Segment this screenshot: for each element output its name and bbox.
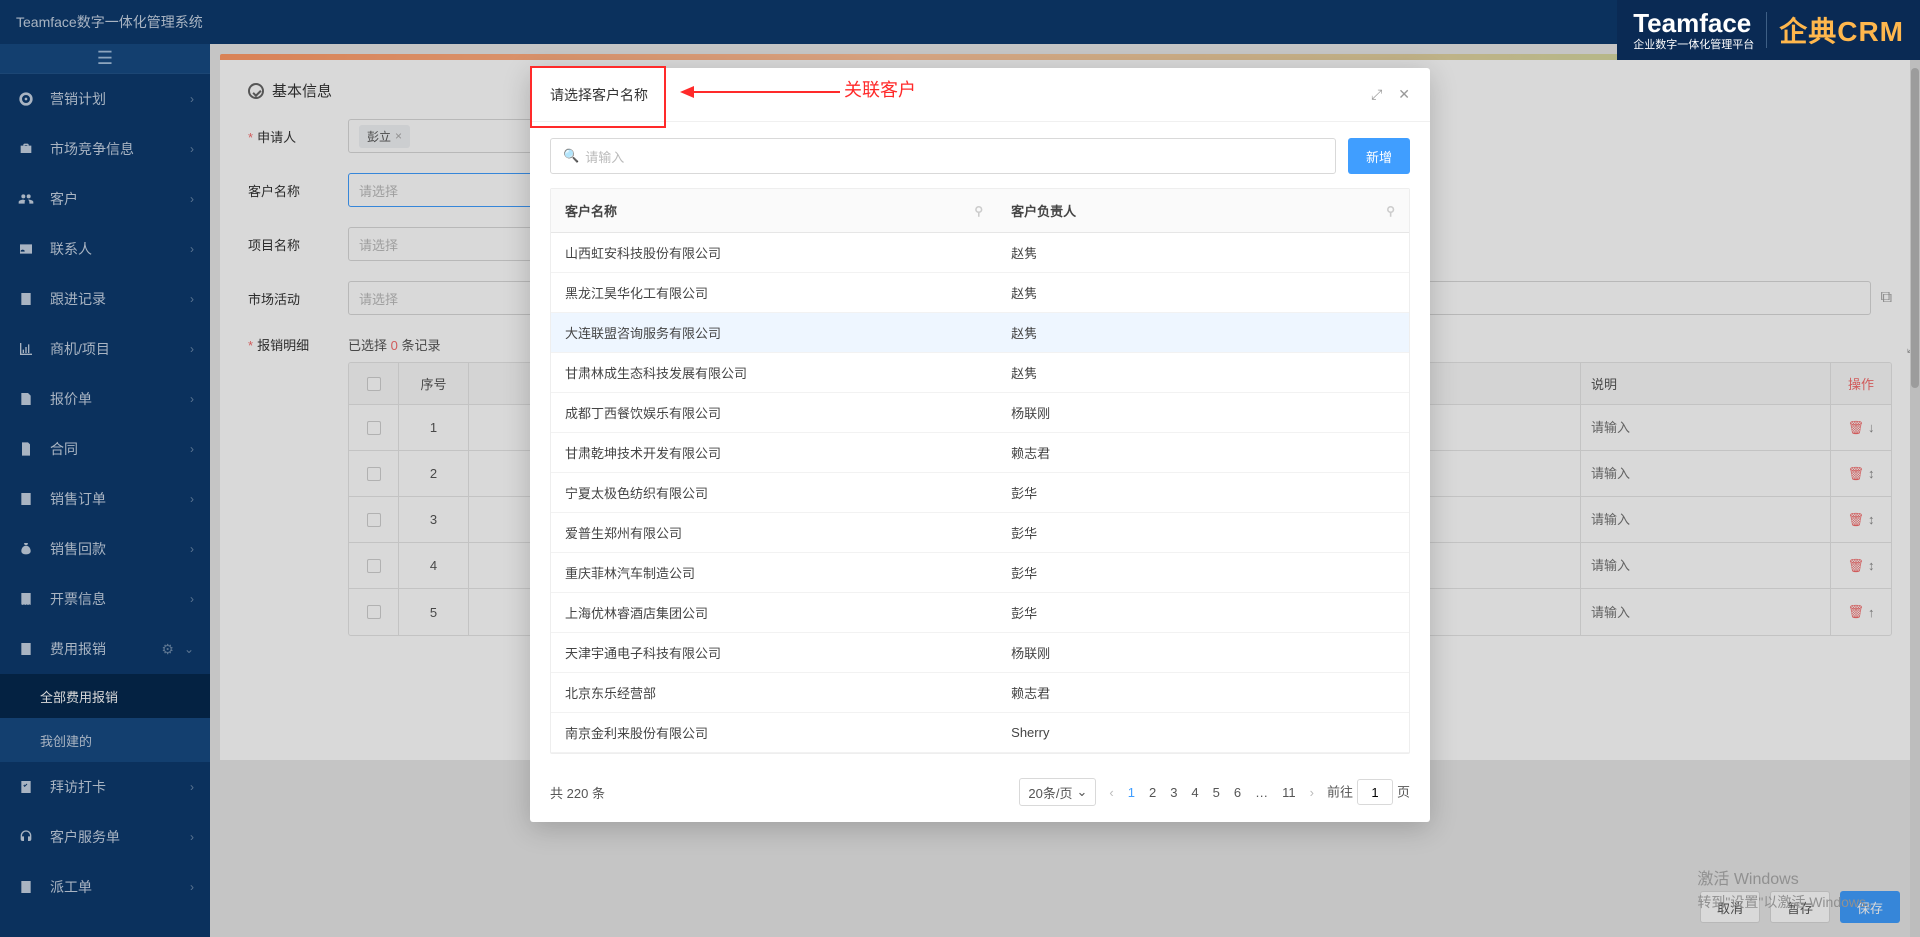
page-num[interactable]: 11	[1279, 785, 1299, 800]
filter-icon[interactable]: ⚲	[1386, 204, 1395, 218]
table-row[interactable]: 重庆菲林汽车制造公司彭华	[551, 553, 1409, 593]
table-row[interactable]: 山西虹安科技股份有限公司赵隽	[551, 233, 1409, 273]
col-customer-name[interactable]: 客户名称⚲	[551, 201, 997, 220]
page-jump-input[interactable]	[1357, 779, 1393, 805]
page-prev[interactable]: ‹	[1106, 785, 1116, 800]
pager-total: 共 220 条	[550, 783, 605, 802]
modal-body: 🔍 请输入 新增 客户名称⚲ 客户负责人⚲ 山西虹安科技股份有限公司赵隽 黑龙江昊…	[530, 122, 1430, 766]
page-num[interactable]: 6	[1231, 785, 1244, 800]
page-ellipsis[interactable]: …	[1252, 785, 1271, 800]
table-row[interactable]: 甘肃乾坤技术开发有限公司赖志君	[551, 433, 1409, 473]
page-num[interactable]: 4	[1188, 785, 1201, 800]
modal-table-header: 客户名称⚲ 客户负责人⚲	[551, 189, 1409, 233]
search-icon: 🔍	[563, 148, 579, 164]
modal-header: 请选择客户名称 ⤢ ✕	[530, 68, 1430, 122]
modal-table: 客户名称⚲ 客户负责人⚲ 山西虹安科技股份有限公司赵隽 黑龙江昊华化工有限公司赵…	[550, 188, 1410, 754]
page-jump: 前往页	[1327, 779, 1410, 805]
page-size-select[interactable]: 20条/页⌄	[1019, 778, 1096, 806]
table-row[interactable]: 北京东乐经营部赖志君	[551, 673, 1409, 713]
table-row[interactable]: 上海优林睿酒店集团公司彭华	[551, 593, 1409, 633]
modal-footer: 共 220 条 20条/页⌄ ‹ 1 2 3 4 5 6 … 11 › 前往页	[530, 766, 1430, 822]
brand-divider	[1766, 12, 1767, 48]
chevron-down-icon: ⌄	[1076, 784, 1087, 800]
page-num[interactable]: 3	[1167, 785, 1180, 800]
search-placeholder: 请输入	[585, 147, 624, 166]
brand-badge: Teamface企业数字一体化管理平台 企典CRM	[1617, 0, 1920, 60]
close-icon[interactable]: ✕	[1398, 86, 1410, 103]
modal-table-body[interactable]: 山西虹安科技股份有限公司赵隽 黑龙江昊华化工有限公司赵隽 大连联盟咨询服务有限公…	[551, 233, 1409, 753]
page-numbers: ‹ 1 2 3 4 5 6 … 11 ›	[1106, 785, 1317, 800]
modal-title: 请选择客户名称	[550, 85, 648, 105]
table-row[interactable]: 南京金利来股份有限公司Sherry	[551, 713, 1409, 753]
page-num[interactable]: 5	[1210, 785, 1223, 800]
table-row[interactable]: 大连联盟咨询服务有限公司赵隽	[551, 313, 1409, 353]
table-row[interactable]: 甘肃林成生态科技发展有限公司赵隽	[551, 353, 1409, 393]
page-next[interactable]: ›	[1307, 785, 1317, 800]
table-row[interactable]: 天津宇通电子科技有限公司杨联刚	[551, 633, 1409, 673]
brand-crm: 企典CRM	[1779, 10, 1904, 50]
modal-add-button[interactable]: 新增	[1348, 138, 1410, 174]
table-row[interactable]: 爱普生郑州有限公司彭华	[551, 513, 1409, 553]
fullscreen-icon[interactable]: ⤢	[1371, 86, 1382, 103]
pager: 20条/页⌄ ‹ 1 2 3 4 5 6 … 11 › 前往页	[1019, 778, 1410, 806]
modal-search-input[interactable]: 🔍 请输入	[550, 138, 1336, 174]
brand-tf: Teamface企业数字一体化管理平台	[1633, 8, 1754, 52]
col-customer-owner[interactable]: 客户负责人⚲	[997, 201, 1409, 220]
filter-icon[interactable]: ⚲	[974, 204, 983, 218]
table-row[interactable]: 黑龙江昊华化工有限公司赵隽	[551, 273, 1409, 313]
table-row[interactable]: 成都丁西餐饮娱乐有限公司杨联刚	[551, 393, 1409, 433]
page-num[interactable]: 1	[1125, 785, 1138, 800]
customer-select-modal: 请选择客户名称 ⤢ ✕ 🔍 请输入 新增 客户名称⚲ 客户负责人⚲ 山西虹安科技股…	[530, 68, 1430, 822]
modal-search-row: 🔍 请输入 新增	[550, 138, 1410, 174]
page-num[interactable]: 2	[1146, 785, 1159, 800]
modal-header-actions: ⤢ ✕	[1371, 86, 1410, 103]
table-row[interactable]: 宁夏太极色纺织有限公司彭华	[551, 473, 1409, 513]
